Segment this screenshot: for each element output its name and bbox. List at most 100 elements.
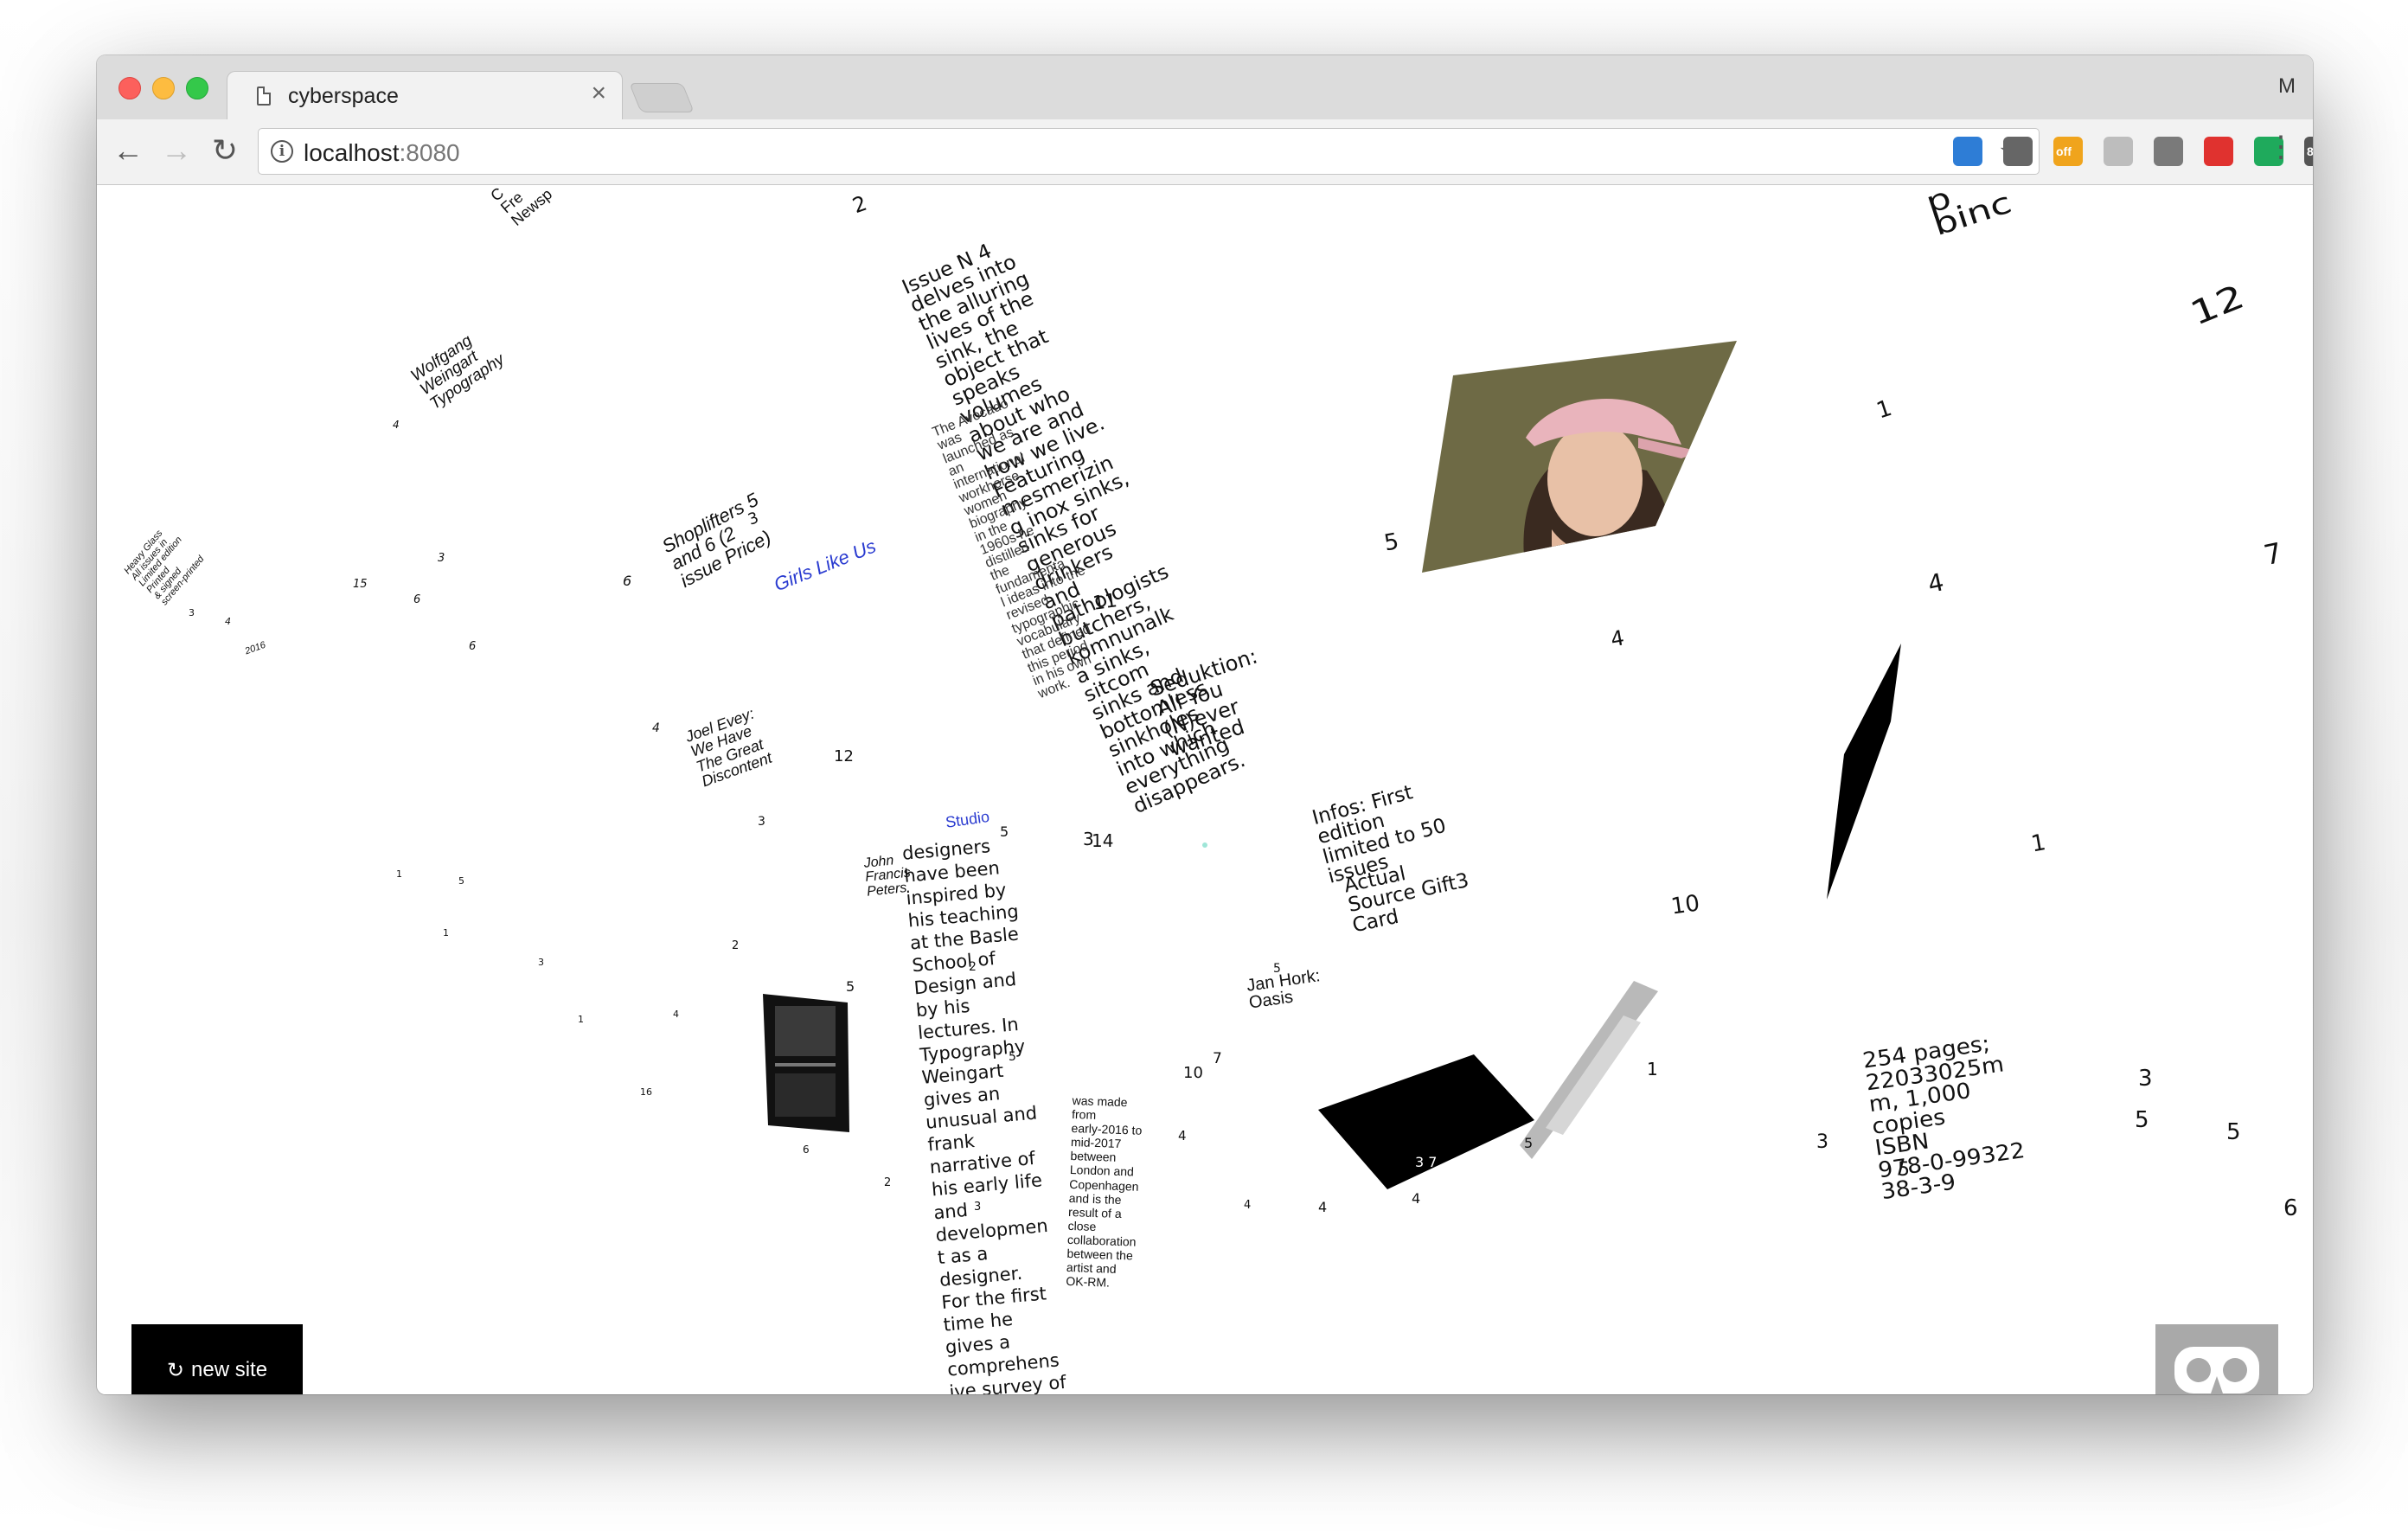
- black-plane-vertical: [1827, 644, 1901, 900]
- pages-isbn-info: 254 pages; 22033025m m, 1,000 copies ISB…: [1860, 1030, 2027, 1205]
- dark-poster-plane: [763, 994, 849, 1132]
- page-number: 5: [1382, 528, 1401, 557]
- page-number: 5: [2135, 1107, 2149, 1133]
- page-number: 1: [2029, 830, 2048, 858]
- adblock-icon[interactable]: [2204, 137, 2233, 166]
- browser-window: cyberspace × M ← → ↻ i localhost:8080 ☆ …: [97, 55, 2313, 1394]
- timer-icon[interactable]: 8m: [2304, 137, 2313, 166]
- page-number: 5: [2226, 1119, 2241, 1145]
- url-port: :8080: [399, 139, 460, 166]
- reload-icon[interactable]: ↻: [206, 131, 244, 170]
- page-number: 5: [1000, 823, 1009, 840]
- url-text: localhost:8080: [304, 139, 460, 167]
- page-number: 12: [2185, 277, 2250, 333]
- page-number: 4: [225, 616, 231, 627]
- page-number: 6: [413, 593, 421, 606]
- vue-devtools-icon[interactable]: [1953, 137, 1982, 166]
- page-number: 1: [1873, 394, 1896, 425]
- new-site-label: new site: [191, 1358, 268, 1381]
- page-number: 10: [1669, 890, 1701, 920]
- girls-like-us-link[interactable]: Girls Like Us: [771, 535, 879, 595]
- vr-goggles-icon: [2174, 1347, 2259, 1393]
- tab-cyberspace[interactable]: cyberspace ×: [227, 71, 623, 119]
- page-number: 3: [538, 957, 544, 968]
- shoplifters-label: Shoplifters 5 and 6 (2 issue Price): [658, 488, 775, 592]
- drive-icon[interactable]: [2104, 137, 2133, 166]
- weingart-teaching-text: designers have been inspired by his teac…: [901, 836, 1067, 1394]
- close-window-button[interactable]: [118, 77, 141, 99]
- reload-icon: ↻: [166, 1358, 185, 1382]
- film-reel-icon[interactable]: [2154, 137, 2183, 166]
- page-number: 16: [640, 1086, 652, 1098]
- was-made-description: was made from early-2016 to mid-2017 bet…: [1066, 1093, 1143, 1290]
- partial-fragment-top-right: p binc: [1921, 185, 2016, 244]
- page-number: 10: [1183, 1064, 1203, 1082]
- page-number: 3: [438, 552, 445, 565]
- grey-image-plane: [1520, 981, 1658, 1159]
- partial-fragment-top-left: C Fre Newsp: [487, 185, 555, 229]
- browser-menu-icon[interactable]: ⋮: [2266, 130, 2296, 164]
- page-number: 3: [758, 815, 765, 829]
- tab-title: cyberspace: [288, 84, 399, 108]
- page-number: 7: [1213, 1050, 1222, 1067]
- page-number: 3: [1083, 829, 1094, 849]
- page-number: 12: [834, 747, 854, 766]
- wolfgang-weingart-label: Wolfgang Weingart Typography: [407, 331, 508, 413]
- back-arrow-icon[interactable]: ←: [109, 131, 147, 170]
- page-number: 1: [396, 868, 402, 880]
- page-number: 5: [458, 875, 464, 887]
- page-number: 4: [1244, 1199, 1252, 1212]
- studio-link[interactable]: Studio: [945, 808, 990, 831]
- page-number: 5: [1898, 1159, 1910, 1181]
- page-number: 15: [353, 578, 368, 591]
- new-tab-button[interactable]: [629, 83, 695, 112]
- forward-arrow-icon[interactable]: →: [157, 131, 195, 170]
- vr-mode-button[interactable]: [2155, 1324, 2278, 1394]
- site-info-icon[interactable]: i: [271, 140, 293, 163]
- page-number: 3: [1816, 1131, 1828, 1153]
- page-icon: [257, 86, 271, 106]
- page-number: 2: [849, 190, 870, 219]
- timer-icon-label: 8m: [2307, 144, 2313, 158]
- page-number: 3: [2138, 1066, 2153, 1092]
- jan-hork-label: Jan Hork: Oasis: [1245, 966, 1322, 1013]
- profile-button[interactable]: M: [2278, 74, 2296, 99]
- cursor-dot: [1202, 842, 1207, 848]
- cast-icon[interactable]: [2003, 137, 2033, 166]
- page-number: 3: [974, 1201, 982, 1214]
- year-label: 2016: [243, 639, 267, 657]
- page-number: 5: [846, 978, 855, 995]
- page-number: 4: [393, 419, 400, 431]
- page-number: 2: [884, 1176, 892, 1189]
- page-number: 14: [1092, 830, 1114, 851]
- tab-strip: cyberspace × M: [97, 55, 2313, 119]
- new-site-button[interactable]: ↻ new site: [131, 1324, 303, 1394]
- small-left-fragment: Heavy Glass All issues in Limited editio…: [122, 528, 207, 608]
- url-host: localhost: [304, 139, 400, 166]
- page-number: 4: [1925, 567, 1947, 599]
- page-number: 6: [803, 1143, 810, 1156]
- page-number: 6: [623, 573, 632, 589]
- page-number: 4: [1609, 625, 1626, 652]
- minimize-window-button[interactable]: [152, 77, 175, 99]
- tab-close-icon[interactable]: ×: [591, 80, 606, 106]
- page-number: 5: [1009, 1050, 1016, 1064]
- page-number: 11: [1092, 590, 1119, 615]
- page-number: 5: [1524, 1135, 1534, 1151]
- page-number: 4: [652, 721, 660, 735]
- page-number: 1: [1647, 1059, 1658, 1079]
- joel-evey-label: Joel Evey: We Have The Great Discontent: [682, 704, 775, 791]
- page-number: 5: [1273, 962, 1281, 976]
- page-number: 2: [732, 939, 740, 952]
- page-number: 4: [1412, 1190, 1421, 1207]
- portrait-image-plane: [1422, 341, 1737, 573]
- maximize-window-button[interactable]: [186, 77, 208, 99]
- page-number: 4: [673, 1009, 679, 1020]
- page-number: 4: [1178, 1128, 1187, 1143]
- browser-toolbar: ← → ↻ i localhost:8080 ☆ off8mCORSon ⋮: [97, 119, 2313, 185]
- scene-viewport[interactable]: 3 7 C Fre Newsp Wolfgang Weingart Typogr…: [97, 185, 2313, 1394]
- address-bar[interactable]: i localhost:8080 ☆: [258, 128, 2040, 175]
- page-number: 2: [969, 960, 977, 974]
- off-extension-icon[interactable]: off: [2053, 137, 2083, 166]
- page-number: 6: [469, 640, 477, 653]
